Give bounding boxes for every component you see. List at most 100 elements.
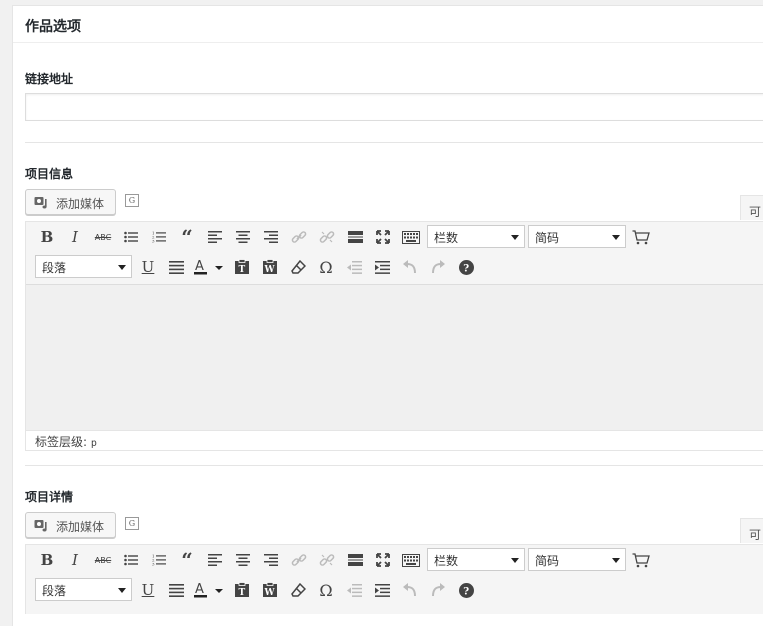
paste-word-icon[interactable]: W <box>259 256 281 278</box>
paste-word-icon[interactable]: W <box>259 579 281 601</box>
text-color-icon[interactable]: A <box>192 256 226 278</box>
link-label: 链接地址 <box>25 72 74 86</box>
text-color-icon[interactable]: A <box>192 579 226 601</box>
add-media-label: 添加媒体 <box>56 520 105 534</box>
redo-icon[interactable] <box>427 256 449 278</box>
more-tag-icon[interactable] <box>344 226 366 248</box>
undo-icon[interactable] <box>399 579 421 601</box>
align-left-icon[interactable] <box>204 549 226 571</box>
chevron-down-icon <box>511 235 519 240</box>
editor-statusbar: 标签层级: p <box>26 430 763 450</box>
format-select[interactable]: 段落 <box>35 578 132 601</box>
svg-text:3: 3 <box>152 562 155 567</box>
svg-text:W: W <box>264 588 276 598</box>
format-select-value: 段落 <box>42 584 67 598</box>
cart-icon[interactable] <box>630 549 652 571</box>
bold-icon[interactable]: B <box>36 226 58 248</box>
editor-content-area[interactable] <box>26 284 763 430</box>
g-icon[interactable]: G <box>125 517 139 530</box>
keyboard-icon[interactable] <box>400 549 422 571</box>
undo-icon[interactable] <box>399 256 421 278</box>
project-info-label: 项目信息 <box>25 167 74 181</box>
work-options-panel: 作品选项 链接地址 项目信息 添加媒体 G 可 B I ABC 123 “ 栏数… <box>12 5 763 626</box>
tab-visual[interactable]: 可 <box>740 518 763 543</box>
bullet-list-icon[interactable] <box>120 226 142 248</box>
panel-title: 作品选项 <box>25 19 81 35</box>
svg-text:W: W <box>264 265 276 275</box>
divider <box>25 142 763 143</box>
unlink-icon[interactable] <box>316 549 338 571</box>
g-icon[interactable]: G <box>125 194 139 207</box>
columns-select[interactable]: 栏数 <box>427 548 525 571</box>
add-media-button[interactable]: 添加媒体 <box>25 512 116 538</box>
chevron-down-icon <box>118 588 126 593</box>
chevron-down-icon <box>511 558 519 563</box>
strikethrough-icon[interactable]: ABC <box>92 549 114 571</box>
chevron-down-icon <box>612 235 620 240</box>
editor-toolbar: B I ABC 123 “ 栏数 简码 段落 U A T W Ω ? <box>26 222 763 282</box>
numbered-list-icon[interactable]: 123 <box>148 226 170 248</box>
italic-icon[interactable]: I <box>64 549 86 571</box>
justify-icon[interactable] <box>165 579 187 601</box>
svg-text:A: A <box>195 259 204 274</box>
columns-select[interactable]: 栏数 <box>427 225 525 248</box>
align-left-icon[interactable] <box>204 226 226 248</box>
svg-text:T: T <box>239 588 246 598</box>
outdent-icon[interactable] <box>343 256 365 278</box>
special-char-icon[interactable]: Ω <box>315 256 337 278</box>
paste-text-icon[interactable]: T <box>231 579 253 601</box>
unlink-icon[interactable] <box>316 226 338 248</box>
camera-music-icon <box>34 197 47 209</box>
cart-icon[interactable] <box>630 226 652 248</box>
more-tag-icon[interactable] <box>344 549 366 571</box>
status-tag[interactable]: p <box>91 438 97 449</box>
indent-icon[interactable] <box>371 256 393 278</box>
fullscreen-icon[interactable] <box>372 226 394 248</box>
align-right-icon[interactable] <box>260 226 282 248</box>
align-center-icon[interactable] <box>232 549 254 571</box>
divider <box>25 465 763 466</box>
add-media-button[interactable]: 添加媒体 <box>25 189 116 215</box>
help-icon[interactable]: ? <box>455 256 477 278</box>
underline-icon[interactable]: U <box>137 256 159 278</box>
chevron-down-icon <box>612 558 620 563</box>
clear-format-icon[interactable] <box>287 579 309 601</box>
bold-icon[interactable]: B <box>36 549 58 571</box>
justify-icon[interactable] <box>165 256 187 278</box>
status-label: 标签层级: <box>35 435 88 449</box>
special-char-icon[interactable]: Ω <box>315 579 337 601</box>
project-details-label: 项目详情 <box>25 490 74 504</box>
editor-toolbar: B I ABC 123 “ 栏数 简码 段落 U A T W Ω ? <box>26 545 763 605</box>
underline-icon[interactable]: U <box>137 579 159 601</box>
clear-format-icon[interactable] <box>287 256 309 278</box>
bullet-list-icon[interactable] <box>120 549 142 571</box>
svg-text:T: T <box>239 265 246 275</box>
help-icon[interactable]: ? <box>455 579 477 601</box>
link-url-input[interactable] <box>25 93 763 121</box>
numbered-list-icon[interactable]: 123 <box>148 549 170 571</box>
add-media-label: 添加媒体 <box>56 197 105 211</box>
keyboard-icon[interactable] <box>400 226 422 248</box>
shortcode-select[interactable]: 简码 <box>528 548 626 571</box>
indent-icon[interactable] <box>371 579 393 601</box>
blockquote-icon[interactable]: “ <box>176 548 198 572</box>
outdent-icon[interactable] <box>343 579 365 601</box>
blockquote-icon[interactable]: “ <box>176 225 198 249</box>
tab-visual[interactable]: 可 <box>740 195 763 220</box>
link-icon[interactable] <box>288 226 310 248</box>
redo-icon[interactable] <box>427 579 449 601</box>
shortcode-select[interactable]: 简码 <box>528 225 626 248</box>
align-right-icon[interactable] <box>260 549 282 571</box>
strikethrough-icon[interactable]: ABC <box>92 226 114 248</box>
align-center-icon[interactable] <box>232 226 254 248</box>
svg-text:A: A <box>195 582 204 597</box>
link-icon[interactable] <box>288 549 310 571</box>
columns-select-value: 栏数 <box>434 554 459 568</box>
fullscreen-icon[interactable] <box>372 549 394 571</box>
camera-music-icon <box>34 520 47 532</box>
italic-icon[interactable]: I <box>64 226 86 248</box>
format-select[interactable]: 段落 <box>35 255 132 278</box>
paste-text-icon[interactable]: T <box>231 256 253 278</box>
format-select-value: 段落 <box>42 261 67 275</box>
shortcode-select-value: 简码 <box>535 231 560 245</box>
